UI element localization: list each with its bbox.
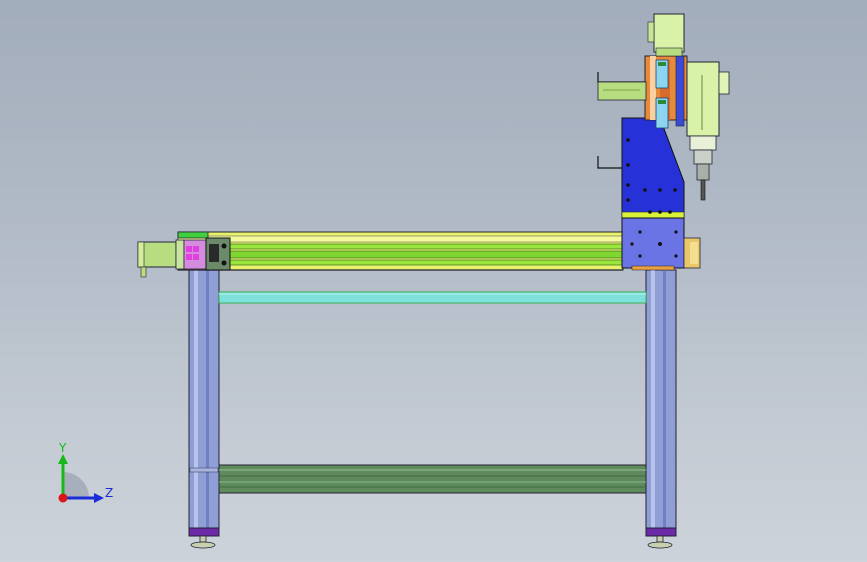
z-axis-column[interactable] [644, 55, 688, 129]
x-rail-assembly[interactable] [177, 231, 624, 271]
x-axis-motor[interactable] [137, 239, 185, 278]
cable-bracket-lower[interactable] [597, 156, 622, 169]
triad-graphic: Y Z [58, 441, 113, 503]
z-axis-label: Z [105, 486, 113, 500]
right-leg[interactable] [645, 269, 677, 549]
z-axis-motor[interactable] [647, 13, 685, 57]
x-axis-dot [58, 493, 68, 503]
cable-bracket-upper[interactable] [597, 72, 647, 101]
upper-crossbar[interactable] [218, 291, 647, 304]
x-axis-end-block[interactable] [183, 237, 231, 271]
spindle[interactable] [686, 61, 730, 201]
cad-viewport[interactable]: Y Z [0, 0, 867, 562]
lower-crossbeam[interactable] [218, 464, 647, 494]
axis-triad: Y Z [46, 440, 126, 512]
y-axis-label: Y [58, 441, 67, 455]
left-leg[interactable] [188, 269, 220, 549]
cnc-machine-model[interactable] [0, 0, 867, 562]
gantry-side-plate[interactable] [621, 117, 701, 271]
